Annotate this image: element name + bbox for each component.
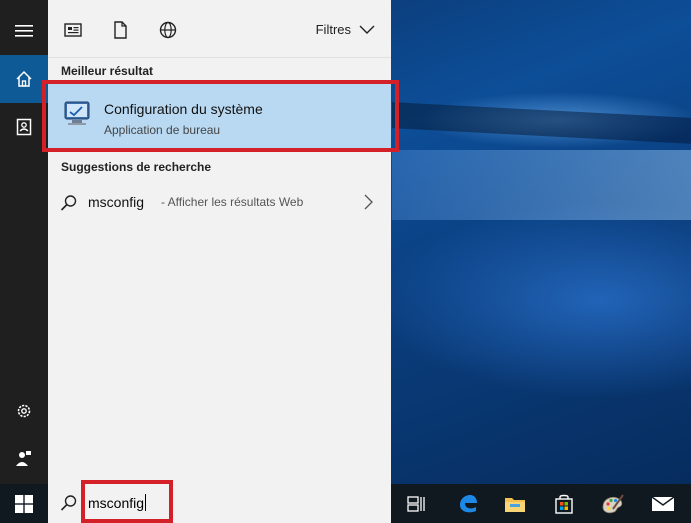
- paint-palette-icon: [602, 493, 624, 513]
- wallpaper-light-beam: [392, 102, 691, 144]
- mail-button[interactable]: [641, 484, 685, 523]
- filters-dropdown[interactable]: Filtres: [316, 22, 375, 37]
- documents-filter-icon[interactable]: [110, 20, 130, 40]
- search-results-panel: Filtres Meilleur résultat Configuration …: [48, 0, 391, 484]
- hamburger-icon: [15, 25, 33, 37]
- notebook-icon: [16, 118, 32, 136]
- edge-browser-button[interactable]: [446, 484, 490, 523]
- paint-app-button[interactable]: [591, 484, 635, 523]
- home-icon: [16, 70, 32, 87]
- start-left-rail: [0, 0, 48, 484]
- hamburger-menu-button[interactable]: [0, 7, 48, 55]
- home-button[interactable]: [0, 55, 48, 103]
- search-icon: [60, 495, 77, 511]
- settings-button[interactable]: [0, 387, 48, 435]
- feedback-button[interactable]: [0, 434, 48, 482]
- task-view-icon: [407, 495, 425, 512]
- gear-icon: [17, 404, 31, 418]
- web-filter-icon[interactable]: [158, 20, 178, 40]
- store-button[interactable]: [542, 484, 586, 523]
- best-match-heading: Meilleur résultat: [61, 64, 154, 78]
- file-explorer-button[interactable]: [493, 484, 537, 523]
- edge-icon: [460, 494, 477, 512]
- task-view-button[interactable]: [394, 484, 438, 523]
- search-icon: [60, 195, 77, 211]
- apps-filter-icon[interactable]: [63, 20, 83, 40]
- chevron-right-icon[interactable]: [363, 194, 373, 210]
- windows-logo-icon: [15, 494, 33, 513]
- start-button[interactable]: [0, 484, 48, 523]
- store-bag-icon: [555, 494, 573, 514]
- best-match-highlight-frame: [42, 80, 399, 152]
- chevron-down-icon: [359, 25, 375, 34]
- mail-envelope-icon: [651, 495, 675, 511]
- filters-label: Filtres: [315, 22, 351, 37]
- wallpaper-light-glow: [392, 150, 691, 220]
- filter-toolbar: Filtres: [48, 0, 391, 58]
- notebook-button[interactable]: [0, 103, 48, 151]
- suggestion-query: msconfig: [88, 194, 145, 210]
- person-feedback-icon: [16, 451, 31, 466]
- web-suggestion-item[interactable]: msconfig - Afficher les résultats Web: [48, 186, 391, 218]
- folder-icon: [505, 497, 525, 512]
- search-box-highlight-frame: [81, 480, 173, 523]
- suggestions-heading: Suggestions de recherche: [61, 160, 212, 174]
- suggestion-hint: - Afficher les résultats Web: [161, 195, 304, 209]
